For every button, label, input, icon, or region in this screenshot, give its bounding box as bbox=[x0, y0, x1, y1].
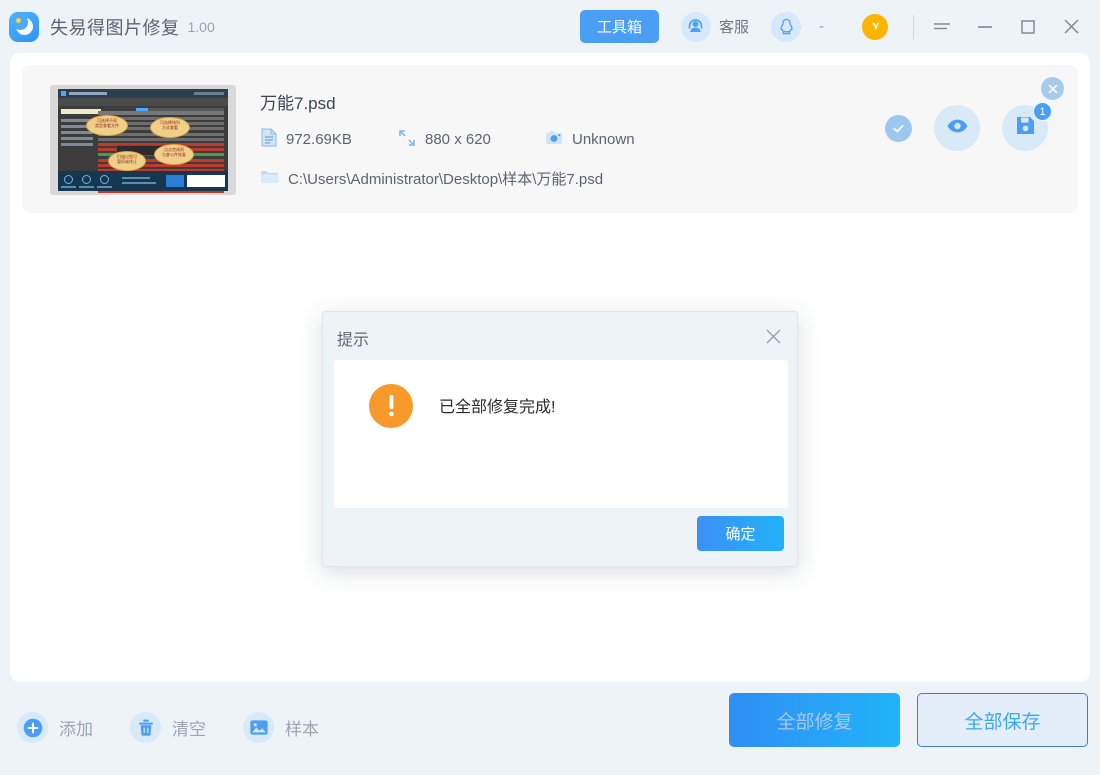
dialog-message: 已全部修复完成! bbox=[439, 399, 556, 416]
repair-all-button[interactable]: 全部修复 bbox=[729, 693, 900, 747]
clear-label: 清空 bbox=[172, 720, 206, 739]
headset-avatar-icon bbox=[680, 11, 711, 42]
preview-button[interactable] bbox=[934, 105, 980, 151]
file-actions: 1 bbox=[885, 102, 1052, 151]
add-label: 添加 bbox=[59, 720, 93, 739]
camera-model-item: Unknown bbox=[545, 130, 635, 149]
exclamation-circle-icon bbox=[369, 384, 413, 428]
file-dimensions-item: 880 x 620 bbox=[398, 129, 545, 151]
customer-service-button[interactable]: 客服 bbox=[680, 11, 749, 42]
remove-file-button[interactable] bbox=[1041, 77, 1064, 100]
file-size-value: 972.69KB bbox=[286, 131, 352, 148]
camera-model-value: Unknown bbox=[572, 131, 635, 148]
titlebar-divider bbox=[913, 14, 914, 39]
document-icon bbox=[260, 128, 277, 151]
file-dimensions-value: 880 x 620 bbox=[425, 131, 491, 148]
bottom-toolbar: 添加 清空 样本 全部修复 全部保存 bbox=[0, 682, 1100, 775]
floppy-disk-icon bbox=[1015, 115, 1036, 141]
maximize-icon[interactable] bbox=[1013, 12, 1043, 42]
content-panel: 可选择不同 类型查看文件 可选择排列 方式查看 扫描过程可 暂停或终止 点击完成则 与查… bbox=[10, 53, 1090, 682]
save-count-badge: 1 bbox=[1033, 102, 1052, 121]
eye-icon bbox=[946, 118, 969, 139]
trash-icon bbox=[130, 712, 161, 743]
dialog-title: 提示 bbox=[337, 332, 370, 349]
menu-icon[interactable] bbox=[927, 12, 957, 42]
app-version: 1.00 bbox=[187, 18, 215, 35]
yellow-badge-icon[interactable] bbox=[862, 13, 888, 40]
sample-button[interactable]: 样本 bbox=[243, 712, 319, 743]
file-path-row: C:\Users\Administrator\Desktop\样本\万能7.ps… bbox=[260, 168, 603, 189]
file-name: 万能7.psd bbox=[260, 94, 336, 113]
title-bar: 失易得图片修复 1.00 工具箱 客服 - bbox=[0, 0, 1100, 53]
file-card[interactable]: 可选择不同 类型查看文件 可选择排列 方式查看 扫描过程可 暂停或终止 点击完成则 与查… bbox=[22, 65, 1078, 213]
application-window: 失易得图片修复 1.00 工具箱 客服 - 可选择不同 类型查看文件 可选择排列… bbox=[0, 0, 1100, 775]
qq-value: - bbox=[819, 18, 824, 35]
file-thumbnail: 可选择不同 类型查看文件 可选择排列 方式查看 扫描过程可 暂停或终止 点击完成则 与查… bbox=[50, 85, 236, 195]
close-icon[interactable] bbox=[1056, 12, 1086, 42]
save-button[interactable]: 1 bbox=[1002, 102, 1052, 151]
minimize-icon[interactable] bbox=[970, 12, 1000, 42]
file-size-item: 972.69KB bbox=[260, 128, 398, 151]
file-path-value: C:\Users\Administrator\Desktop\样本\万能7.ps… bbox=[288, 171, 604, 188]
clear-button[interactable]: 清空 bbox=[130, 712, 206, 743]
add-button[interactable]: 添加 bbox=[17, 712, 93, 743]
qq-penguin-icon bbox=[771, 11, 801, 42]
camera-icon bbox=[545, 130, 563, 149]
app-logo-icon bbox=[9, 11, 39, 42]
toolbox-button[interactable]: 工具箱 bbox=[579, 10, 659, 43]
page-title: 失易得图片修复 bbox=[50, 17, 180, 38]
image-icon bbox=[243, 712, 274, 743]
file-meta-row: 972.69KB 880 x 620 Unknown bbox=[260, 128, 635, 151]
sample-label: 样本 bbox=[285, 720, 319, 739]
qq-button[interactable]: - bbox=[771, 11, 824, 42]
customer-service-label: 客服 bbox=[718, 19, 749, 36]
save-all-button[interactable]: 全部保存 bbox=[917, 693, 1088, 747]
dialog-body: 已全部修复完成! bbox=[334, 360, 788, 508]
dialog-close-button[interactable] bbox=[760, 323, 786, 349]
plus-circle-icon bbox=[17, 712, 48, 743]
dialog-confirm-button[interactable]: 确定 bbox=[697, 516, 784, 551]
resize-arrows-icon bbox=[398, 129, 416, 151]
folder-icon bbox=[260, 169, 279, 189]
check-circle-icon bbox=[885, 114, 912, 142]
alert-dialog: 提示 已全部修复完成! 确定 bbox=[322, 311, 798, 567]
